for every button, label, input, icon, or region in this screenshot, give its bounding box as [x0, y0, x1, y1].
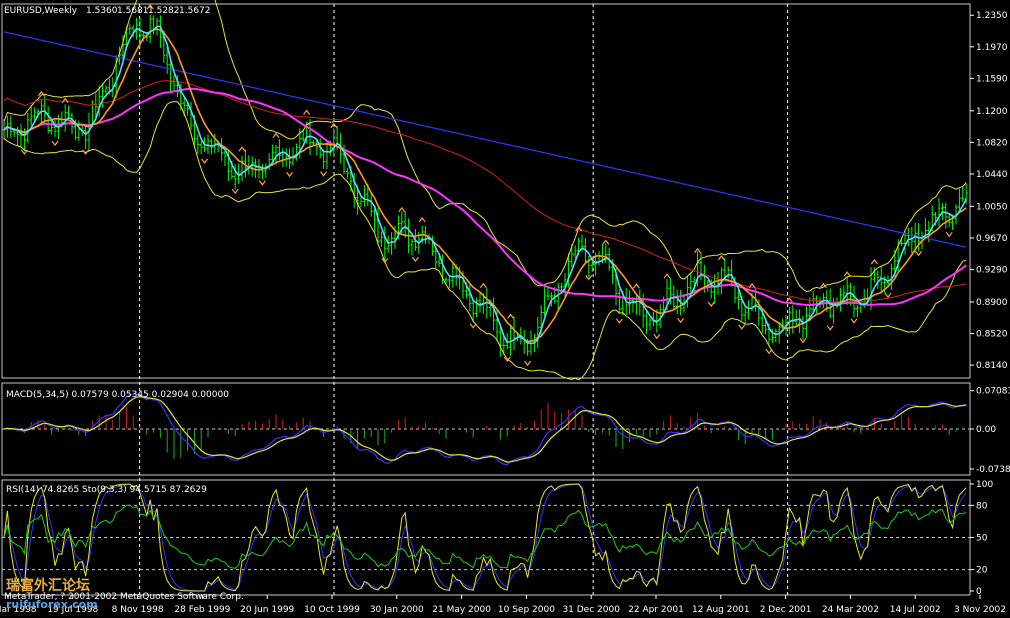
watermark-url: ruifuforex.com — [6, 598, 98, 611]
time-tick-label: 12 Aug 2001 — [692, 605, 750, 615]
price-header-high: 1.5681 — [117, 6, 149, 16]
price-tick-label: 0.8520 — [976, 330, 1008, 340]
price-tick-label: 1.0820 — [976, 138, 1008, 148]
rsi-tick-label: 20 — [976, 566, 988, 576]
price-tick-label: 1.0440 — [976, 170, 1008, 180]
time-tick-label: 14 Jul 2002 — [890, 605, 941, 615]
time-tick-label: 21 May 2000 — [432, 605, 491, 615]
price-tick-label: 1.1590 — [976, 74, 1008, 84]
price-tick-label: 0.8140 — [976, 361, 1008, 371]
price-tick-label: 1.1200 — [976, 107, 1008, 117]
price-tick-label: 1.0050 — [976, 202, 1008, 212]
time-tick-label: 24 Mar 2002 — [822, 605, 879, 615]
macd-tick-label: 0.07083 — [976, 387, 1010, 397]
time-tick-label: 22 Apr 2001 — [628, 605, 684, 615]
macd-tick-label: 0.00 — [976, 425, 996, 435]
price-tick-label: 0.9670 — [976, 234, 1008, 244]
time-tick-label: 10 Sep 2000 — [498, 605, 555, 615]
time-tick-label: 20 Jun 1999 — [240, 605, 294, 615]
time-tick-label: 10 Oct 1999 — [304, 605, 360, 615]
time-tick-label: 30 Jan 2000 — [370, 605, 424, 615]
time-tick-label: 31 Dec 2000 — [562, 605, 620, 615]
time-tick-label: 28 Feb 1999 — [174, 605, 230, 615]
rsi-tick-label: 50 — [976, 534, 988, 544]
price-tick-label: 1.1970 — [976, 43, 1008, 53]
time-tick-label: 3 Nov 2002 — [954, 605, 1006, 615]
rsi-tick-label: 80 — [976, 501, 988, 511]
rsi-stoch-header: RSI(14) 74.8265 Sto(9,3,3) 94.5715 87.26… — [6, 485, 207, 495]
price-header-close: 1.5672 — [179, 6, 211, 16]
rsi-tick-label: 0 — [976, 587, 982, 597]
watermark-title: 瑞富外汇论坛 — [6, 577, 90, 594]
price-tick-label: 1.2350 — [976, 11, 1008, 21]
price-tick-label: 0.8900 — [976, 298, 1008, 308]
macd-header: MACD(5,34,5) 0.07579 0.05345 0.02904 0.0… — [6, 390, 229, 400]
price-header-symbol: EURUSD,Weekly — [4, 6, 78, 16]
price-header-low: 1.5282 — [148, 6, 180, 16]
time-tick-label: 8 Nov 1998 — [112, 605, 164, 615]
macd-tick-label: -0.07387 — [976, 465, 1010, 475]
price-header-open: 1.5360 — [86, 6, 118, 16]
price-tick-label: 0.9290 — [976, 266, 1008, 276]
chart-background — [0, 0, 1010, 618]
time-tick-label: 2 Dec 2001 — [760, 605, 812, 615]
trading-chart[interactable]: 1.2350 1.1970 1.1590 1.1200 1.0820 1.0440 1.00… — [0, 0, 1010, 618]
rsi-tick-label: 100 — [976, 480, 993, 490]
